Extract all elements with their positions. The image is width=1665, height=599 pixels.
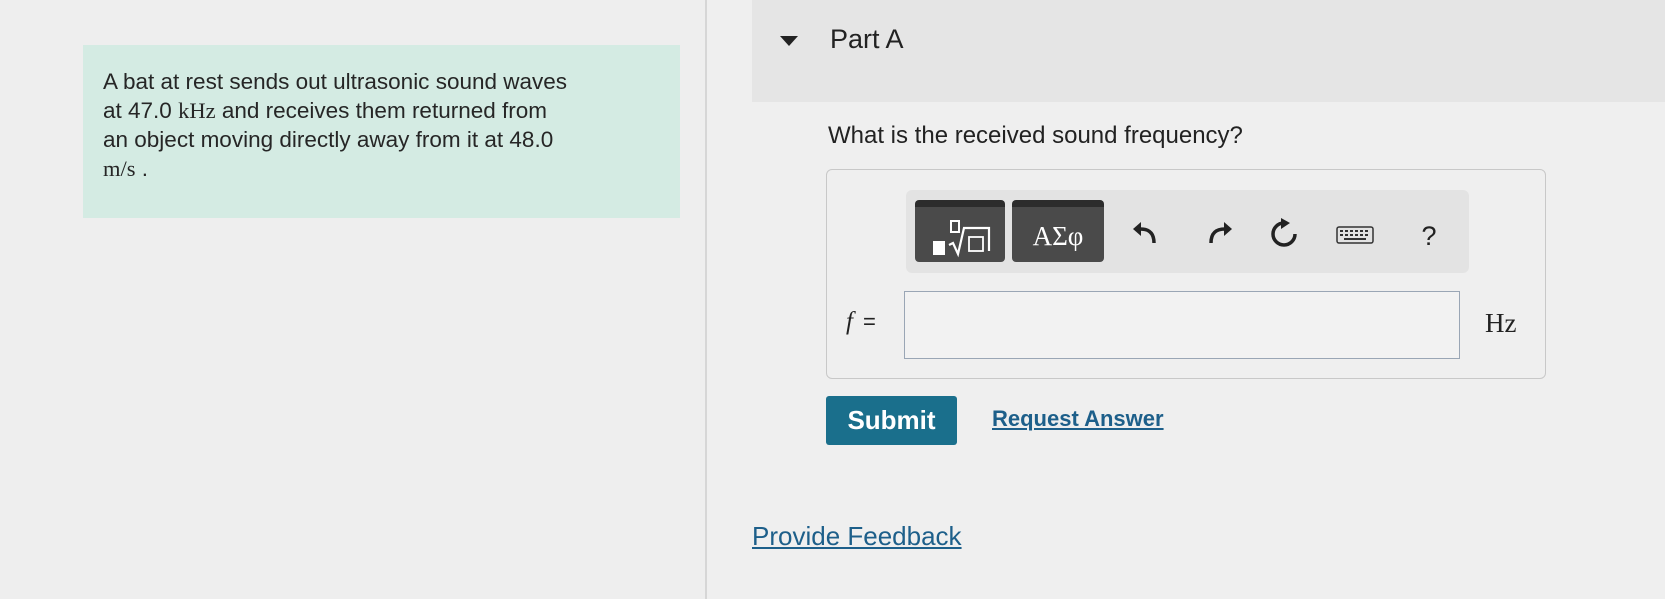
greek-symbols-label: ΑΣφ — [1032, 221, 1084, 251]
help-icon[interactable]: ? — [1412, 218, 1446, 254]
submit-button[interactable]: Submit — [826, 396, 957, 445]
variable-symbol: f — [846, 308, 853, 335]
problem-statement: A bat at rest sends out ultrasonic sound… — [83, 45, 680, 218]
frequency-unit: kHz — [178, 98, 216, 123]
problem-line-2-suffix: and receives them returned from — [221, 98, 547, 123]
problem-line-2: at 47.0 kHz and receives them returned f… — [103, 96, 660, 125]
problem-line-2-prefix: at 47.0 — [103, 98, 172, 123]
fraction-root-icon — [933, 219, 991, 264]
reset-icon[interactable] — [1267, 218, 1301, 254]
greek-symbols-button[interactable]: ΑΣφ — [1012, 200, 1104, 262]
speed-unit: m/s — [103, 156, 136, 181]
part-title[interactable]: Part A — [830, 24, 904, 55]
undo-icon[interactable] — [1128, 218, 1162, 254]
answer-variable-label: f = — [846, 308, 876, 336]
templates-button[interactable] — [915, 200, 1005, 262]
provide-feedback-link[interactable]: Provide Feedback — [752, 521, 962, 552]
problem-line-3: an object moving directly away from it a… — [103, 127, 554, 152]
answer-unit: Hz — [1485, 308, 1517, 338]
equals-sign: = — [862, 309, 876, 334]
problem-line-4-suffix: . — [141, 156, 149, 181]
problem-line-1: A bat at rest sends out ultrasonic sound… — [103, 69, 568, 94]
answer-input[interactable] — [904, 291, 1460, 359]
redo-icon[interactable] — [1203, 218, 1237, 254]
keyboard-icon[interactable] — [1335, 218, 1375, 254]
problem-line-4: m/s . — [103, 154, 660, 183]
collapse-caret-icon[interactable] — [780, 36, 798, 46]
request-answer-link[interactable]: Request Answer — [992, 406, 1164, 432]
question-text: What is the received sound frequency? — [828, 122, 1243, 149]
